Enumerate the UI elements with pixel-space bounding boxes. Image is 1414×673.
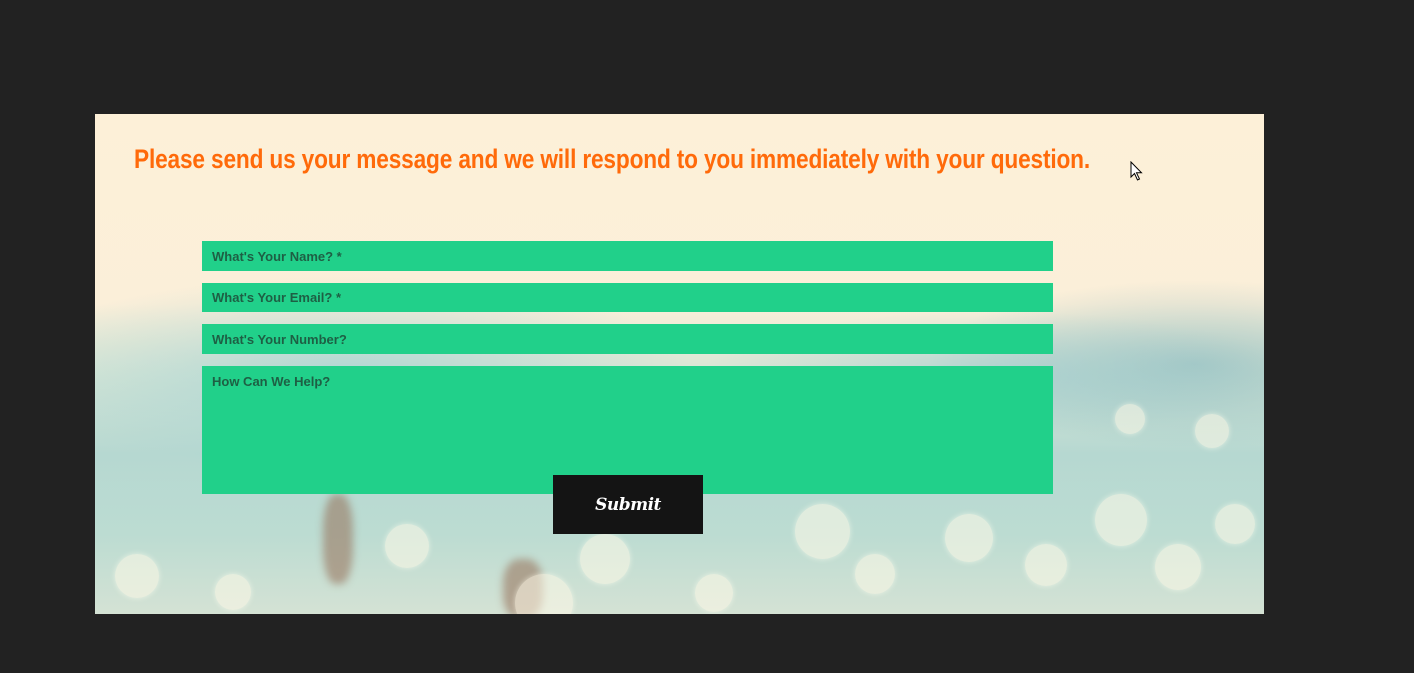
phone-number-field[interactable] (202, 324, 1053, 354)
bokeh-light (945, 514, 993, 562)
bokeh-light (1155, 544, 1201, 590)
bokeh-light (385, 524, 429, 568)
page-headline: Please send us your message and we will … (134, 144, 1090, 174)
background-figure (323, 494, 353, 584)
bokeh-light (795, 504, 850, 559)
bokeh-light (1115, 404, 1145, 434)
bokeh-light (1095, 494, 1147, 546)
submit-button[interactable]: Submit (553, 475, 703, 534)
bokeh-light (855, 554, 895, 594)
bokeh-light (215, 574, 251, 610)
bokeh-light (695, 574, 733, 612)
contact-form-section: Please send us your message and we will … (95, 114, 1264, 614)
name-field[interactable] (202, 241, 1053, 271)
email-field[interactable] (202, 283, 1053, 312)
mouse-pointer-icon (1130, 161, 1143, 181)
bokeh-light (1025, 544, 1067, 586)
page-stage: Please send us your message and we will … (0, 0, 1414, 673)
bokeh-light (1215, 504, 1255, 544)
bokeh-light (1195, 414, 1229, 448)
bokeh-light (580, 534, 630, 584)
bokeh-light (115, 554, 159, 598)
